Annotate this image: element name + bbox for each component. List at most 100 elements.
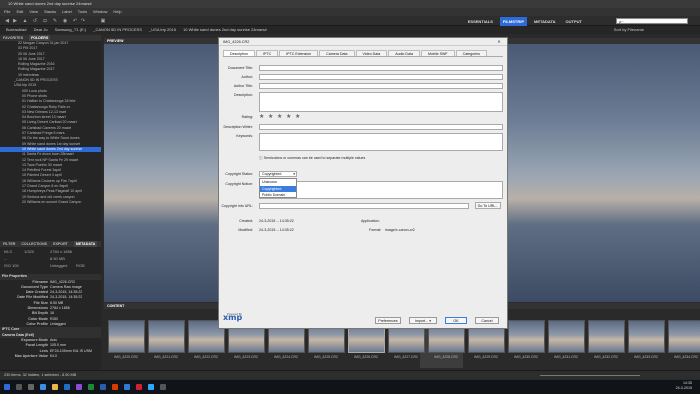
workspace-metadata[interactable]: METADATA: [531, 17, 559, 26]
thumbnail[interactable]: [588, 320, 625, 353]
author-title-label: Author Title:: [233, 84, 253, 88]
tab-export[interactable]: EXPORT: [53, 241, 68, 247]
dialog-tabs: Description IPTC IPTC Extension Camera D…: [223, 50, 503, 57]
app-icon[interactable]: [76, 384, 82, 390]
rating-star-1-icon[interactable]: ★: [259, 114, 264, 120]
menu-window[interactable]: Window: [93, 8, 107, 16]
word-icon[interactable]: [100, 384, 106, 390]
explorer-icon[interactable]: [52, 384, 58, 390]
workspace-essentials[interactable]: ESSENTIALS: [465, 17, 496, 26]
ok-button[interactable]: OK: [445, 317, 467, 324]
preferences-button[interactable]: Preferences: [375, 317, 401, 324]
document-title-field[interactable]: [259, 65, 503, 71]
metadata-tab-header: FILTER COLLECTIONS EXPORT METADATA: [0, 241, 101, 247]
thumbnail[interactable]: [108, 320, 145, 353]
bridge-icon[interactable]: [124, 384, 130, 390]
tab-filter[interactable]: FILTER: [3, 241, 15, 247]
menu-view[interactable]: View: [29, 8, 38, 16]
recent-icon[interactable]: ↺: [32, 18, 38, 24]
tab-iptc[interactable]: IPTC: [255, 50, 279, 56]
camera-data-list: Exposure Mode Auto Focal Length 105.0 mm Len…: [0, 338, 101, 359]
thumbnail-label: IMG_4221.CR2: [154, 355, 178, 359]
dimensions-value: 2784 x 1856: [50, 249, 73, 254]
option-public-domain[interactable]: Public Domain: [260, 192, 296, 199]
rating-star-2-icon[interactable]: ★: [268, 114, 273, 120]
description-field[interactable]: [259, 92, 503, 112]
start-icon[interactable]: [4, 384, 10, 390]
open-in-camera-raw-icon[interactable]: ◉: [62, 18, 68, 24]
breadcrumb-item[interactable]: Bureaublad: [6, 27, 26, 32]
author-field[interactable]: [259, 74, 503, 80]
menu-label[interactable]: Label: [62, 8, 72, 16]
thumbnail[interactable]: [668, 320, 700, 353]
close-icon[interactable]: ✕: [495, 38, 503, 46]
description-writer-field[interactable]: [259, 124, 503, 130]
cancel-button[interactable]: Cancel: [475, 317, 499, 324]
breadcrumb-item[interactable]: Dear Jo: [34, 27, 48, 32]
output-icon[interactable]: ▣: [100, 18, 106, 24]
keywords-field[interactable]: [259, 133, 503, 151]
tab-categories[interactable]: Categories: [455, 50, 487, 56]
tab-description[interactable]: Description: [223, 50, 255, 56]
workspace-filmstrip[interactable]: FILMSTRIP: [499, 17, 527, 26]
go-to-url-button[interactable]: Go To URL...: [475, 202, 501, 209]
rating-star-4-icon[interactable]: ★: [286, 114, 291, 120]
forward-icon[interactable]: ▶: [12, 18, 18, 24]
excel-icon[interactable]: [88, 384, 94, 390]
tab-iptc-extension[interactable]: IPTC Extension: [279, 50, 319, 56]
tab-audio-data[interactable]: Audio Data: [388, 50, 421, 56]
description-writer-label: Description Writer:: [223, 125, 254, 129]
menu-bar: File Edit View Stacks Label Tools Window…: [0, 8, 700, 16]
edge-icon[interactable]: [40, 384, 46, 390]
back-icon[interactable]: ◀: [4, 18, 10, 24]
search-input[interactable]: ρ~: [616, 18, 688, 24]
thumbnail[interactable]: [148, 320, 185, 353]
powerpoint-icon[interactable]: [112, 384, 118, 390]
sort-dropdown[interactable]: Sort by Filename: [614, 26, 644, 34]
rating-label: Rating:: [241, 115, 253, 119]
tab-camera-data[interactable]: Camera Data: [319, 50, 355, 56]
rotate-left-icon[interactable]: ↶: [72, 18, 78, 24]
menu-stacks[interactable]: Stacks: [44, 8, 56, 16]
breadcrumb-item[interactable]: _USA trip 2015: [149, 27, 176, 32]
thumbnail-label: IMG_4222.CR2: [194, 355, 218, 359]
rotate-right-icon[interactable]: ↷: [80, 18, 86, 24]
task-view-icon[interactable]: [28, 384, 34, 390]
folder-item[interactable]: 20 Williams en sunset Grand Canyon: [0, 200, 101, 205]
menu-tools[interactable]: Tools: [78, 8, 87, 16]
photoshop-icon[interactable]: [148, 384, 154, 390]
breadcrumb-item[interactable]: _CANON 5D IN PROCESS: [93, 27, 142, 32]
menu-file[interactable]: File: [4, 8, 10, 16]
workspace-output[interactable]: OUTPUT: [563, 17, 585, 26]
import-button[interactable]: Import... ▾: [409, 317, 437, 324]
menu-help[interactable]: Help: [113, 8, 121, 16]
author-label: Author:: [241, 75, 253, 79]
tab-collections[interactable]: COLLECTIONS: [21, 241, 47, 247]
system-clock[interactable]: 14:35 24-3-2015: [676, 381, 692, 391]
breadcrumb-item[interactable]: Samsung_T1 (E:): [55, 27, 86, 32]
thumbnail-size-slider[interactable]: [540, 375, 640, 376]
thumbnail[interactable]: [548, 320, 585, 353]
acrobat-icon[interactable]: [136, 384, 142, 390]
created-value: 24-3-2015 -- 14:35:22: [259, 219, 294, 223]
copyright-status-select[interactable]: Copyrighted ▾: [259, 171, 297, 177]
author-title-field[interactable]: [259, 83, 503, 89]
breadcrumb-item[interactable]: 10 White sand dunes 2nd day sunrise 24ma…: [183, 27, 267, 32]
copyright-url-field[interactable]: [259, 203, 469, 209]
refine-icon[interactable]: ✎: [52, 18, 58, 24]
toolbar: ◀ ▶ ▲ ↺ ◘ ✎ ◉ ↶ ↷ ▣ ESSENTIALS FILMSTRIP…: [0, 16, 700, 26]
menu-edit[interactable]: Edit: [16, 8, 23, 16]
settings-icon[interactable]: [160, 384, 166, 390]
rating-star-5-icon[interactable]: ★: [295, 114, 300, 120]
camera-import-icon[interactable]: ◘: [42, 18, 48, 24]
tab-metadata[interactable]: METADATA: [73, 241, 98, 247]
thumbnail[interactable]: [508, 320, 545, 353]
store-icon[interactable]: [64, 384, 70, 390]
thumbnail[interactable]: [628, 320, 665, 353]
thumbnail-label: IMG_4233.CR2: [634, 355, 658, 359]
folder-up-icon[interactable]: ▲: [22, 18, 28, 24]
search-taskbar-icon[interactable]: [16, 384, 22, 390]
tab-mobile-swf[interactable]: Mobile SWF: [421, 50, 455, 56]
tab-video-data[interactable]: Video Data: [355, 50, 388, 56]
rating-star-3-icon[interactable]: ★: [277, 114, 282, 120]
